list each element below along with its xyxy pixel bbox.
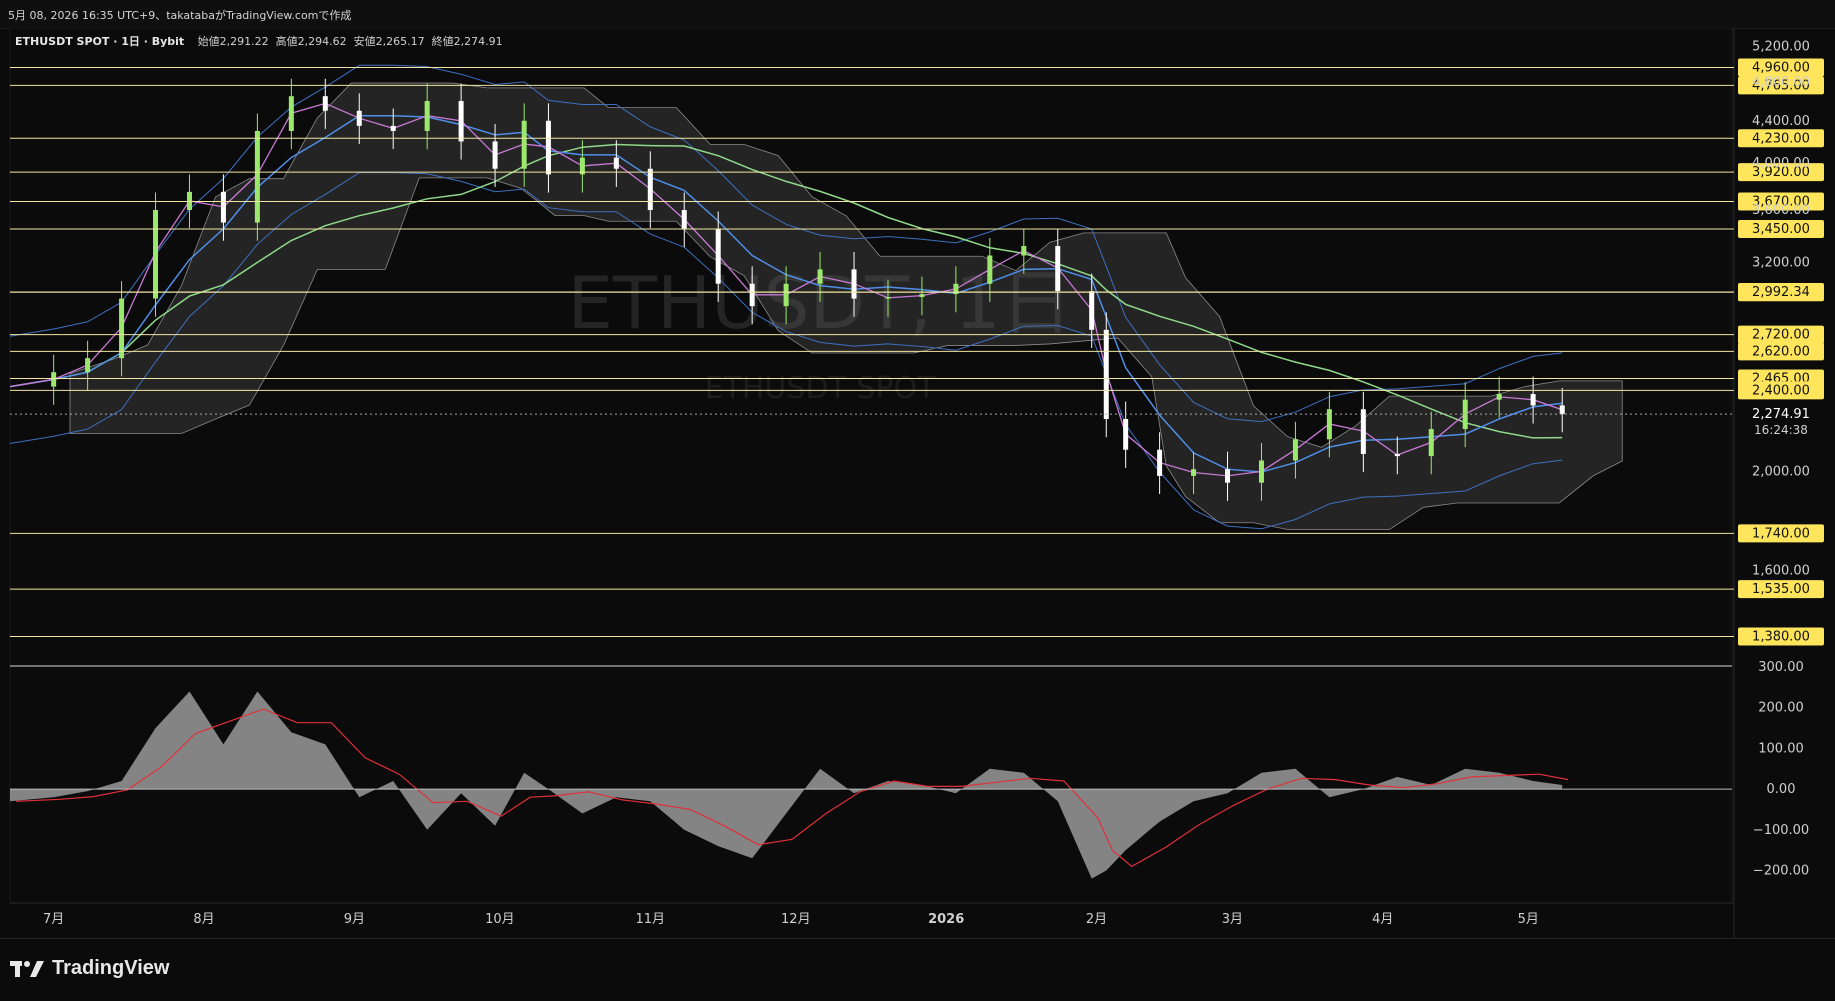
time-axis-tick: 11月 <box>636 912 666 927</box>
oscillator-axis-tick: 0.00 <box>1767 782 1796 797</box>
price-axis-tick: 4,000.00 <box>1752 156 1810 171</box>
candle-body <box>153 210 159 299</box>
price-chart-svg[interactable]: ETHUSDT, 1日ETHUSDT SPOT4,960.004,765.004… <box>0 27 1835 968</box>
price-axis-tick: 4,400.00 <box>1752 114 1810 129</box>
time-axis-tick: 5月 <box>1518 912 1539 927</box>
candle-body <box>1157 449 1163 476</box>
low-value: 2,265.17 <box>375 35 425 48</box>
oscillator-axis-tick: −200.00 <box>1753 863 1809 878</box>
candle-body <box>885 297 891 299</box>
created-by-text: 5月 08, 2026 16:35 UTC+9、takatabaがTrading… <box>8 9 352 22</box>
candle-body <box>647 168 653 211</box>
candle-body <box>1360 409 1366 454</box>
price-level-label: 3,450.00 <box>1752 222 1810 237</box>
candle-body <box>51 372 57 387</box>
candle-body <box>749 283 755 307</box>
candle-body <box>424 100 430 131</box>
symbol-legend: ETHUSDT SPOT · 1日 · Bybit 始値2,291.22 高値2… <box>15 33 503 49</box>
time-axis-tick: 3月 <box>1222 912 1243 927</box>
candle-body <box>783 283 789 307</box>
open-value: 2,291.22 <box>219 35 269 48</box>
candle-body <box>613 157 619 169</box>
candle-body <box>186 191 192 211</box>
candle-body <box>492 141 498 169</box>
price-level-label: 2,720.00 <box>1752 328 1810 343</box>
time-axis-tick: 4月 <box>1372 912 1393 927</box>
high-label: 高値 <box>275 35 298 48</box>
price-level-label: 2,992.34 <box>1752 285 1810 300</box>
time-axis-tick: 7月 <box>43 912 64 927</box>
candle-body <box>390 125 396 131</box>
candle-body <box>1103 329 1109 420</box>
price-axis-tick: 2,000.00 <box>1752 464 1810 479</box>
price-level-label: 2,620.00 <box>1752 344 1810 359</box>
time-axis-tick: 8月 <box>193 912 214 927</box>
time-axis-tick: 2026 <box>928 912 964 927</box>
candle-body <box>254 130 260 223</box>
price-level-label: 1,535.00 <box>1752 582 1810 597</box>
oscillator-axis-tick: 300.00 <box>1758 660 1804 675</box>
oscillator-axis-tick: 200.00 <box>1758 701 1804 716</box>
price-axis-tick: 5,200.00 <box>1752 39 1810 54</box>
candle-body <box>681 210 687 229</box>
candle-body <box>545 120 551 175</box>
candle-body <box>322 96 328 111</box>
price-level-label: 1,380.00 <box>1752 629 1810 644</box>
candle-body <box>220 191 226 223</box>
price-level-label: 4,960.00 <box>1752 60 1810 75</box>
candle-body <box>1123 419 1129 450</box>
candle-body <box>85 358 91 373</box>
candle-body <box>1292 439 1298 461</box>
candle-body <box>1055 246 1061 292</box>
candle-body <box>1559 405 1565 415</box>
candle-body <box>987 255 993 284</box>
close-value: 2,274.91 <box>453 35 503 48</box>
time-axis-tick: 10月 <box>485 912 515 927</box>
candle-body <box>1258 460 1264 483</box>
price-level-label: 4,230.00 <box>1752 131 1810 146</box>
symbol-label: ETHUSDT SPOT · 1日 · Bybit <box>15 35 185 48</box>
price-level-label: 2,400.00 <box>1752 383 1810 398</box>
price-axis-tick: 1,600.00 <box>1752 564 1810 579</box>
close-label: 終値 <box>431 35 454 48</box>
price-axis-tick: 3,600.00 <box>1752 203 1810 218</box>
time-axis-tick: 2月 <box>1086 912 1107 927</box>
countdown-label: 16:24:38 <box>1754 423 1808 437</box>
oscillator-axis-tick: −100.00 <box>1753 823 1809 838</box>
tradingview-brand[interactable]: TradingView <box>10 957 169 980</box>
time-axis-tick: 9月 <box>344 912 365 927</box>
candle-body <box>851 269 857 299</box>
candle-body <box>1191 469 1197 476</box>
candle-body <box>1394 453 1400 457</box>
candle-body <box>458 100 464 142</box>
top-bar: 5月 08, 2026 16:35 UTC+9、takatabaがTrading… <box>0 0 1835 29</box>
candle-body <box>1021 246 1027 256</box>
candle-body <box>1530 394 1536 406</box>
candle-body <box>1225 469 1231 483</box>
price-axis-tick: 3,200.00 <box>1752 255 1810 270</box>
footer-bar <box>0 938 1835 1001</box>
tradingview-logo-icon <box>10 960 44 977</box>
candle-body <box>1428 429 1434 457</box>
price-level-label: 1,740.00 <box>1752 526 1810 541</box>
chart-area[interactable]: ETHUSDT, 1日 ETHUSDT SPOT 4,960.00 4,765.00 4… <box>0 27 1835 968</box>
candle-body <box>119 298 125 359</box>
low-label: 安値 <box>353 35 376 48</box>
candle-body <box>919 294 925 298</box>
candle-body <box>288 96 294 131</box>
high-value: 2,294.62 <box>297 35 347 48</box>
brand-name: TradingView <box>52 957 170 979</box>
price-axis-tick: 4,800.00 <box>1752 75 1810 90</box>
candle-body <box>715 228 721 284</box>
candle-body <box>1496 394 1502 400</box>
current-price-label: 2,274.91 <box>1752 407 1810 422</box>
open-label: 始値 <box>197 35 220 48</box>
watermark-subtext: ETHUSDT SPOT <box>705 371 937 406</box>
candle-body <box>1089 291 1095 330</box>
time-axis-tick: 12月 <box>781 912 811 927</box>
candle-body <box>817 269 823 284</box>
candle-body <box>356 110 362 126</box>
oscillator-axis-tick: 100.00 <box>1758 741 1804 756</box>
candle-body <box>521 120 527 169</box>
